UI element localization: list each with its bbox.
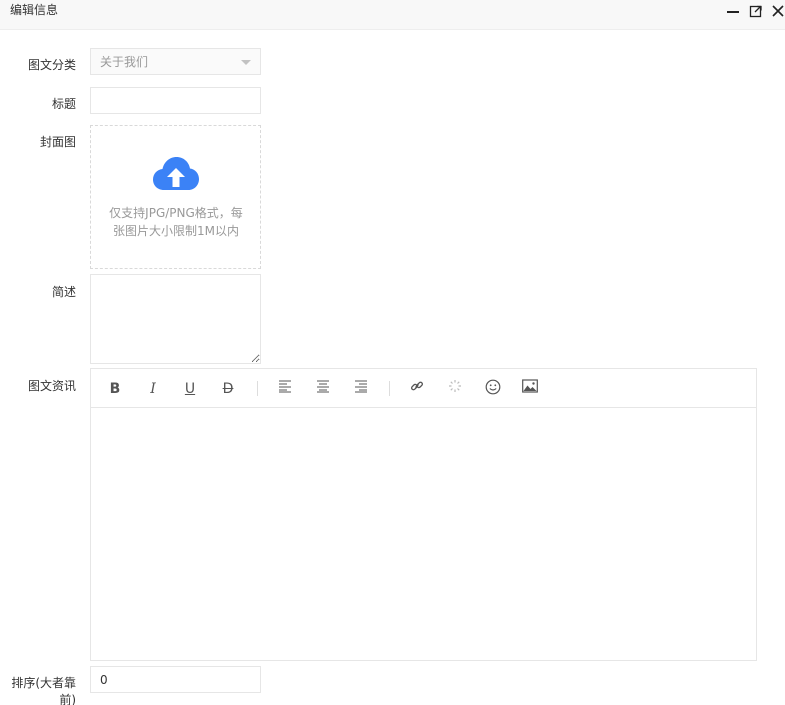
summary-label: 简述 bbox=[51, 285, 76, 299]
align-center-icon[interactable] bbox=[313, 379, 333, 399]
category-label: 图文分类 bbox=[27, 58, 76, 72]
cover-label: 封面图 bbox=[39, 135, 76, 149]
window-title: 编辑信息 bbox=[10, 3, 59, 17]
chevron-down-icon bbox=[241, 60, 251, 65]
summary-textarea[interactable] bbox=[90, 274, 261, 364]
category-selected-value: 关于我们 bbox=[100, 55, 149, 69]
content-label: 图文资讯 bbox=[27, 379, 76, 393]
cloud-upload-icon bbox=[153, 157, 199, 190]
toolbar-divider bbox=[257, 381, 258, 396]
category-select[interactable]: 关于我们 bbox=[90, 48, 261, 75]
align-left-icon[interactable] bbox=[275, 379, 295, 399]
bold-icon[interactable]: B bbox=[105, 379, 125, 399]
emoji-icon[interactable] bbox=[483, 379, 503, 399]
close-icon[interactable] bbox=[771, 4, 785, 18]
editor-toolbar: B I U D bbox=[91, 369, 756, 408]
rich-text-editor: B I U D bbox=[90, 368, 757, 661]
window-titlebar: 编辑信息 bbox=[0, 0, 785, 30]
align-right-icon[interactable] bbox=[351, 379, 371, 399]
italic-icon[interactable]: I bbox=[143, 379, 163, 399]
title-input[interactable] bbox=[90, 87, 261, 114]
image-icon[interactable] bbox=[520, 379, 540, 399]
cover-upload-hint: 仅支持JPG/PNG格式，每张图片大小限制1M以内 bbox=[109, 206, 243, 238]
unlink-icon[interactable] bbox=[445, 379, 465, 399]
underline-icon[interactable]: U bbox=[180, 379, 200, 399]
sort-input[interactable] bbox=[90, 666, 261, 693]
cover-upload-area[interactable]: 仅支持JPG/PNG格式，每张图片大小限制1M以内 bbox=[90, 125, 261, 269]
toolbar-divider bbox=[389, 381, 390, 396]
editor-content-area[interactable] bbox=[91, 409, 756, 660]
title-label: 标题 bbox=[51, 97, 76, 111]
maximize-icon[interactable] bbox=[749, 4, 763, 18]
sort-label: 排序(大者靠前) bbox=[11, 676, 76, 705]
link-icon[interactable] bbox=[407, 379, 427, 399]
strikethrough-icon[interactable]: D bbox=[218, 379, 238, 399]
minimize-icon[interactable] bbox=[726, 4, 740, 18]
